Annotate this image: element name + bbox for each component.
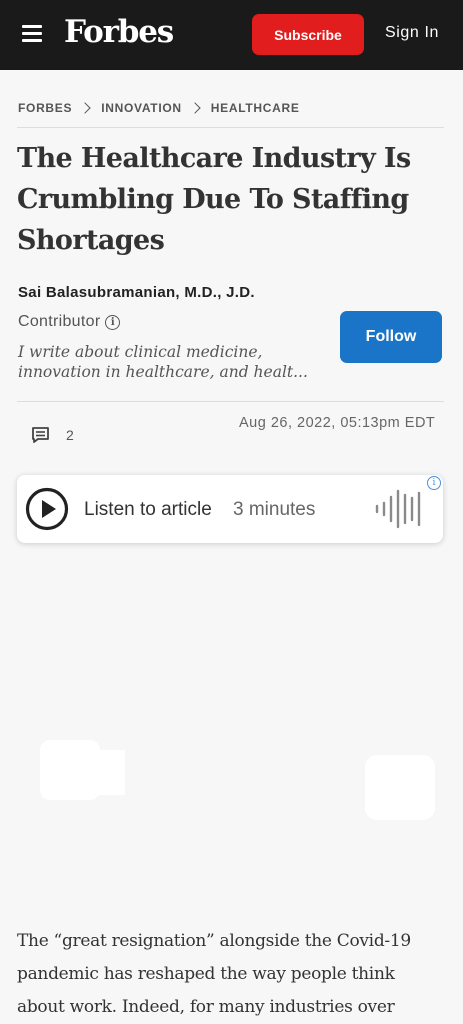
subscribe-button[interactable]: Subscribe [252, 14, 364, 55]
play-icon[interactable] [25, 487, 69, 531]
breadcrumb-item-innovation[interactable]: INNOVATION [101, 101, 182, 115]
author-role-label: Contributor [18, 313, 101, 330]
author-role: Contributor i [18, 313, 121, 331]
top-navigation-bar: Forbes Subscribe Sign In [0, 0, 463, 70]
sign-in-link[interactable]: Sign In [385, 24, 439, 42]
breadcrumb-item-healthcare[interactable]: HEALTHCARE [211, 101, 300, 115]
comment-count[interactable]: 2 [66, 427, 74, 443]
chevron-right-icon [189, 102, 201, 114]
info-icon[interactable]: i [105, 314, 121, 330]
ad-placeholder [0, 560, 463, 910]
divider [17, 127, 444, 128]
article-headline: The Healthcare Industry Is Crumbling Due… [17, 143, 411, 256]
author-name[interactable]: Sai Balasubramanian, M.D., J.D. [18, 284, 255, 301]
listen-label: Listen to article [84, 499, 212, 520]
audio-waveform-icon [375, 489, 421, 529]
divider [17, 401, 444, 402]
listen-duration: 3 minutes [233, 499, 316, 520]
ad-choices-icon[interactable]: i [427, 476, 441, 490]
breadcrumb-item-forbes[interactable]: FORBES [18, 101, 72, 115]
article-body: The “great resignation” alongside the Co… [17, 931, 411, 1017]
author-bio: I write about clinical medicine, innovat… [18, 343, 308, 381]
comment-icon[interactable] [31, 426, 51, 444]
listen-to-article-player: Listen to article 3 minutes i [17, 475, 443, 543]
forbes-logo[interactable]: Forbes [64, 14, 174, 50]
breadcrumb: FORBES INNOVATION HEALTHCARE [18, 101, 300, 115]
follow-button[interactable]: Follow [340, 311, 442, 363]
chevron-right-icon [79, 102, 91, 114]
publish-date: Aug 26, 2022, 05:13pm EDT [239, 415, 436, 431]
hamburger-menu-icon[interactable] [22, 25, 42, 43]
